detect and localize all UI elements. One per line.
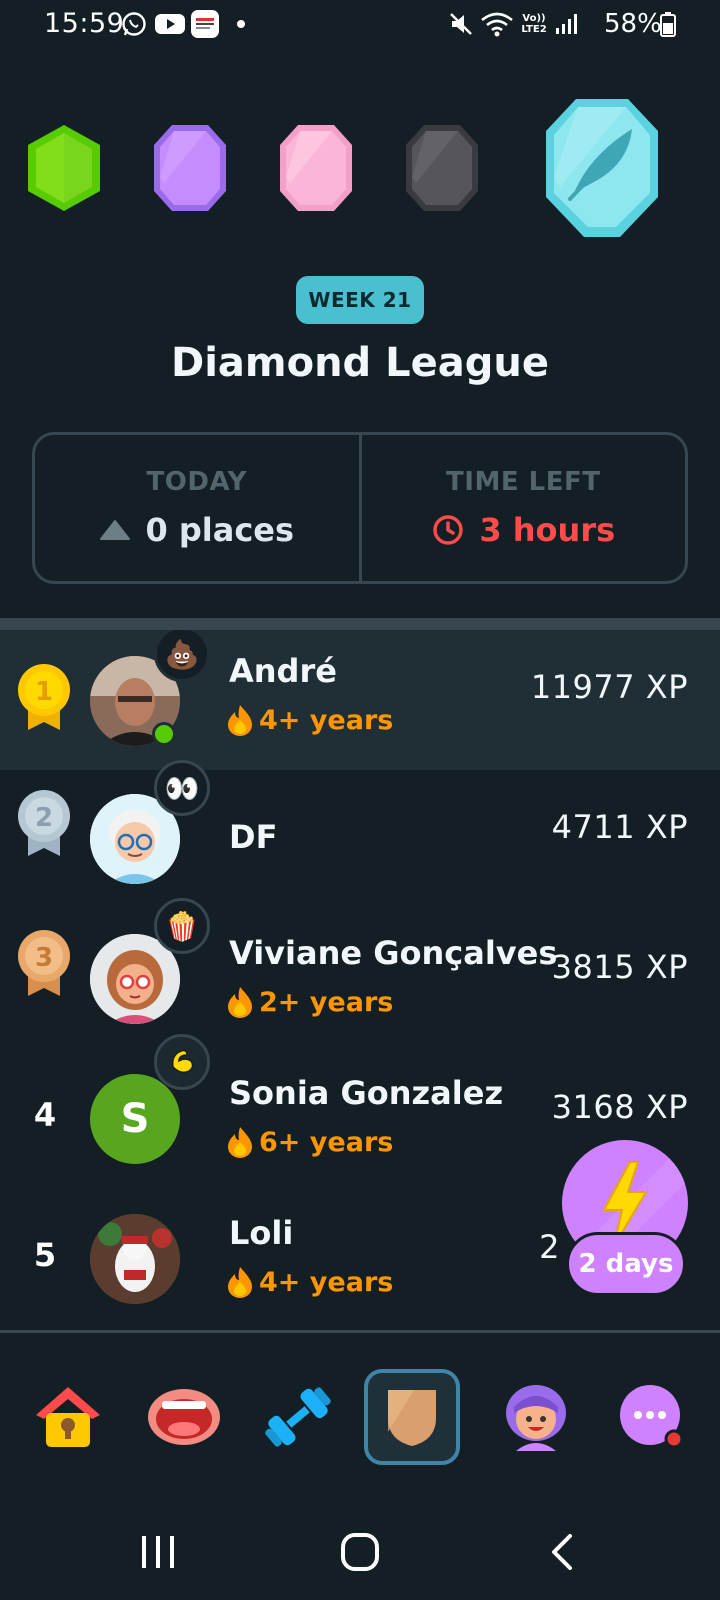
- flame-icon: [228, 1267, 252, 1298]
- leaderboard-row[interactable]: 3 🍿 Viviane Gonçalves 2+ years 3815 XP: [0, 898, 720, 1050]
- rank-number: 1: [35, 677, 53, 707]
- battery-percent: 58%: [604, 9, 662, 39]
- status-bar: 15:59 Vo)) LTE2 58%: [0, 0, 720, 50]
- tab-speak[interactable]: [136, 1369, 232, 1465]
- popcorn-emoji-icon: 🍿: [154, 898, 210, 954]
- more-icon: [620, 1385, 684, 1449]
- leaderboard-row[interactable]: 1 💩 André 4+ years 11977 XP: [0, 630, 720, 770]
- player-name: Loli: [229, 1214, 294, 1252]
- league-title: Diamond League: [171, 340, 549, 386]
- today-stat: TODAY 0 places: [35, 435, 359, 581]
- tab-practice[interactable]: [250, 1369, 346, 1465]
- clock-icon: [433, 515, 464, 545]
- today-value-row: 0 places: [99, 511, 294, 549]
- mouth-icon: [148, 1389, 220, 1445]
- user-photo: [90, 1214, 180, 1304]
- battery-icon: [660, 10, 676, 38]
- whatsapp-icon: [120, 10, 148, 38]
- silver-medal-icon: 2: [18, 790, 70, 856]
- streak-text: 4+ years: [259, 1266, 394, 1298]
- flame-icon: [228, 705, 252, 736]
- streak-row: 4+ years: [227, 1266, 393, 1298]
- home-nav-icon: [341, 1533, 379, 1571]
- dumbbell-icon: [265, 1387, 331, 1447]
- obsidian-league-icon[interactable]: [402, 123, 482, 213]
- today-label: TODAY: [146, 467, 247, 497]
- tab-profile[interactable]: [488, 1369, 584, 1465]
- recent-apps-icon: [142, 1536, 174, 1568]
- streak-row: 4+ years: [227, 704, 393, 736]
- player-name: Sonia Gonzalez: [229, 1074, 504, 1112]
- eyes-emoji-icon: 👀: [154, 760, 210, 816]
- streak-text: 6+ years: [259, 1126, 394, 1158]
- rank-number: 2: [35, 803, 53, 833]
- mute-icon: [448, 10, 474, 38]
- flexed-arm-icon: [154, 1034, 210, 1090]
- boost-timer-pill[interactable]: 2 days: [566, 1232, 686, 1296]
- status-time: 15:59: [44, 8, 125, 39]
- bronze-medal-icon: 3: [18, 930, 70, 996]
- pearl-league-icon[interactable]: [276, 123, 356, 213]
- flame-icon: [228, 987, 252, 1018]
- diamond-league-icon[interactable]: [540, 95, 664, 241]
- league-badges: [0, 95, 720, 245]
- shield-icon: [388, 1390, 436, 1446]
- streak-text: 4+ years: [259, 704, 394, 736]
- player-name: Viviane Gonçalves: [229, 934, 558, 972]
- emerald-league-icon[interactable]: [24, 123, 104, 213]
- system-nav-bar: [0, 1500, 720, 1600]
- volte-icon: Vo)) LTE2: [521, 13, 547, 35]
- avatar[interactable]: [90, 1214, 180, 1304]
- xp-value: 11977 XP: [530, 668, 688, 706]
- tab-leaderboards[interactable]: [364, 1369, 460, 1465]
- signal-icon: [554, 10, 580, 38]
- rank-number: 4: [33, 1096, 57, 1134]
- avatar[interactable]: S: [90, 1074, 180, 1164]
- rank-number: 3: [35, 943, 53, 973]
- back-icon: [552, 1534, 572, 1570]
- back-button[interactable]: [522, 1520, 602, 1584]
- gold-medal-icon: 1: [18, 664, 70, 730]
- xp-value: 3168 XP: [551, 1088, 688, 1126]
- streak-text: 2+ years: [259, 986, 394, 1018]
- notification-dot: [664, 1429, 684, 1449]
- rank-number: 5: [33, 1236, 57, 1274]
- xp-value: 3815 XP: [551, 948, 688, 986]
- flame-icon: [228, 1127, 252, 1158]
- amethyst-league-icon[interactable]: [150, 123, 230, 213]
- streak-row: 2+ years: [227, 986, 393, 1018]
- xp-value: 4711 XP: [551, 808, 688, 846]
- bottom-tab-bar: [0, 1333, 720, 1483]
- home-icon: [36, 1387, 100, 1447]
- wifi-icon: [480, 10, 514, 38]
- profile-avatar-icon: [506, 1385, 566, 1451]
- xp-value: 2: [539, 1228, 560, 1266]
- week-pill: WEEK 21: [296, 276, 424, 324]
- streak-row: 6+ years: [227, 1126, 393, 1158]
- youtube-icon: [154, 10, 186, 38]
- notification-app-icon: [190, 10, 220, 38]
- recent-apps-button[interactable]: [118, 1520, 198, 1584]
- time-left-value-row: 3 hours: [431, 511, 615, 549]
- league-stats: TODAY 0 places TIME LEFT 3 hours: [32, 432, 688, 584]
- poop-emoji-icon: 💩: [154, 630, 210, 682]
- player-name: André: [229, 652, 337, 690]
- triangle-up-icon: [100, 520, 131, 540]
- time-left-value: 3 hours: [479, 511, 616, 549]
- tab-home[interactable]: [20, 1369, 116, 1465]
- leaderboard-row[interactable]: 2 👀 DF 4711 XP: [0, 760, 720, 910]
- tab-more[interactable]: [604, 1369, 700, 1465]
- today-value: 0 places: [145, 511, 295, 549]
- dot-icon: [236, 10, 246, 38]
- time-left-stat: TIME LEFT 3 hours: [358, 435, 686, 581]
- time-left-label: TIME LEFT: [446, 467, 601, 497]
- home-button[interactable]: [320, 1520, 400, 1584]
- player-name: DF: [229, 818, 278, 856]
- online-indicator: [152, 722, 176, 746]
- section-divider: [0, 618, 720, 630]
